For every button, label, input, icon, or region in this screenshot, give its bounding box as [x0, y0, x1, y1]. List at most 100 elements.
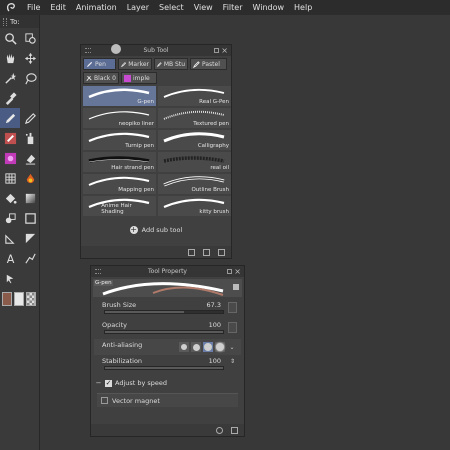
- brush-textured-pen[interactable]: Textured pen: [158, 108, 231, 128]
- minimize-icon[interactable]: [227, 269, 232, 274]
- duplicate-icon[interactable]: [203, 248, 210, 256]
- opacity-slider[interactable]: [104, 330, 224, 334]
- plus-icon: +: [129, 225, 138, 234]
- sub-tool-title-bar[interactable]: Sub Tool ×: [81, 44, 231, 56]
- zoom-tool[interactable]: [0, 28, 20, 48]
- brush-mapping-pen[interactable]: Mapping pen: [83, 174, 156, 194]
- grid-tool[interactable]: [0, 168, 20, 188]
- menu-bar: File Edit Animation Layer Select View Fi…: [0, 0, 450, 15]
- tool-palette-header[interactable]: To:: [0, 15, 39, 28]
- reset-icon[interactable]: [216, 426, 223, 434]
- pencil-tool[interactable]: [20, 108, 40, 128]
- brush-size-dynamics-icon[interactable]: [228, 302, 237, 313]
- settings-icon[interactable]: [231, 426, 238, 434]
- marker-icon: [121, 61, 127, 67]
- menu-edit[interactable]: Edit: [45, 3, 71, 12]
- close-icon[interactable]: ×: [234, 266, 241, 277]
- aa-weak-button[interactable]: [191, 342, 201, 352]
- menu-file[interactable]: File: [22, 3, 45, 12]
- brush-stroke-preview: [88, 88, 150, 99]
- main-color-swatch[interactable]: [2, 292, 12, 306]
- brush-neopiko-liner[interactable]: neopiko liner: [83, 108, 156, 128]
- move-tool[interactable]: [20, 48, 40, 68]
- collapse-icon[interactable]: −: [95, 379, 102, 387]
- brush-g-pen[interactable]: G-pen: [83, 86, 156, 106]
- tool-grid: A: [0, 28, 39, 288]
- aa-strong-button[interactable]: [215, 342, 225, 352]
- chevron-down-icon[interactable]: ⌄: [227, 342, 237, 352]
- vector-magnet-checkbox[interactable]: [101, 397, 108, 404]
- minimize-icon[interactable]: [214, 48, 219, 53]
- correct-line-tool[interactable]: [0, 268, 20, 288]
- menu-view[interactable]: View: [189, 3, 218, 12]
- menu-window[interactable]: Window: [247, 3, 289, 12]
- add-sub-tool-button[interactable]: + Add sub tool: [81, 222, 231, 238]
- tab-mb-stu[interactable]: MB Stu: [154, 58, 188, 70]
- grip-icon[interactable]: [85, 48, 91, 53]
- opacity-value[interactable]: 100: [209, 321, 221, 329]
- brush-size-value[interactable]: 67.3: [207, 301, 221, 309]
- brush-real-oil[interactable]: real oil: [158, 152, 231, 172]
- brush-anime-hair-shading[interactable]: Anime Hair Shading: [83, 196, 156, 216]
- menu-select[interactable]: Select: [154, 3, 189, 12]
- menu-help[interactable]: Help: [289, 3, 317, 12]
- transparent-color-swatch[interactable]: [26, 292, 36, 306]
- import-icon[interactable]: [188, 248, 195, 256]
- tool-property-title-bar[interactable]: Tool Property ×: [91, 266, 244, 277]
- stabilization-value[interactable]: 100: [209, 357, 221, 365]
- sub-color-swatch[interactable]: [14, 292, 24, 306]
- menu-filter[interactable]: Filter: [218, 3, 248, 12]
- shape-tool[interactable]: [20, 228, 40, 248]
- close-icon[interactable]: ×: [221, 45, 228, 56]
- eraser-tool[interactable]: [20, 148, 40, 168]
- brush-kitty-brush[interactable]: kitty brush: [158, 196, 231, 216]
- gradient-tool[interactable]: [20, 188, 40, 208]
- brush-stroke-preview: [163, 176, 225, 187]
- menu-animation[interactable]: Animation: [71, 3, 122, 12]
- lasso-tool[interactable]: [20, 68, 40, 88]
- frame-tool[interactable]: [20, 208, 40, 228]
- tab-simple[interactable]: imple: [121, 72, 157, 84]
- fill-tool[interactable]: [0, 188, 20, 208]
- tab-black[interactable]: Black 0: [83, 72, 119, 84]
- pen-tool[interactable]: [0, 108, 20, 128]
- stabilization-slider[interactable]: [104, 366, 224, 370]
- decoration-tool[interactable]: [0, 148, 20, 168]
- figure-tool[interactable]: [0, 208, 20, 228]
- opacity-dynamics-icon[interactable]: [228, 322, 237, 333]
- brush-tool[interactable]: [0, 128, 20, 148]
- grip-icon[interactable]: [95, 269, 101, 274]
- aa-medium-button[interactable]: [203, 342, 213, 352]
- sub-tool-panel: Sub Tool × Pen Marker MB Stu Pastel Blac…: [80, 44, 232, 259]
- brush-hair-strand-pen[interactable]: Hair strand pen: [83, 152, 156, 172]
- brush-calligraphy[interactable]: Calligraphy: [158, 130, 231, 150]
- find-tool[interactable]: [20, 28, 40, 48]
- auto-select-tool[interactable]: [0, 68, 20, 88]
- menu-layer[interactable]: Layer: [122, 3, 154, 12]
- aa-none-button[interactable]: [179, 342, 189, 352]
- trash-icon[interactable]: [218, 248, 225, 256]
- adjust-by-speed-checkbox[interactable]: ✓: [105, 379, 112, 387]
- tab-pen[interactable]: Pen: [83, 58, 116, 70]
- brush-turnip-pen[interactable]: Turnip pen: [83, 130, 156, 150]
- tab-pastel[interactable]: Pastel: [190, 58, 227, 70]
- brush-size-slider[interactable]: [104, 310, 224, 314]
- decoration-icon: [4, 152, 16, 164]
- brush-outline-brush[interactable]: Outline Brush: [158, 174, 231, 194]
- ruler-tool[interactable]: [0, 228, 20, 248]
- balloon-tool[interactable]: [20, 248, 40, 268]
- grip-icon[interactable]: [3, 17, 7, 26]
- brush-real-g-pen[interactable]: Real G-Pen: [158, 86, 231, 106]
- eyedropper-tool[interactable]: [0, 88, 20, 108]
- lock-icon[interactable]: [233, 284, 239, 290]
- airbrush-tool[interactable]: [20, 128, 40, 148]
- brush-size-row: Brush Size 67.3: [94, 299, 241, 319]
- text-tool[interactable]: A: [0, 248, 20, 268]
- clip-studio-logo[interactable]: [0, 0, 22, 15]
- tab-marker[interactable]: Marker: [118, 58, 152, 70]
- stabilization-spinner-icon[interactable]: ⇕: [230, 358, 237, 369]
- blend-tool[interactable]: [20, 168, 40, 188]
- hand-tool[interactable]: [0, 48, 20, 68]
- brush-icon: [86, 75, 92, 81]
- vector-magnet-row: Vector magnet: [97, 393, 238, 407]
